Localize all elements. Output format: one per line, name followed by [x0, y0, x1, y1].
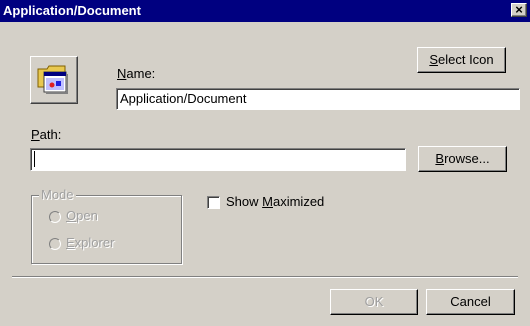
mode-group [31, 195, 182, 264]
browse-button[interactable]: Browse... [418, 146, 507, 172]
path-label: Path: [31, 127, 61, 142]
mode-explorer-label: Explorer [66, 235, 114, 250]
window-title: Application/Document [3, 3, 141, 18]
select-icon-label: elect Icon [438, 52, 494, 67]
cancel-button[interactable]: Cancel [426, 289, 515, 315]
title-bar[interactable]: Application/Document × [0, 0, 530, 22]
show-maximized-checkbox[interactable] [207, 196, 220, 209]
path-input[interactable] [30, 148, 406, 171]
name-label: Name: [117, 66, 155, 81]
mode-explorer-accel: E [66, 235, 75, 250]
ok-button[interactable]: OK [330, 289, 418, 315]
icon-preview [30, 56, 78, 104]
name-input[interactable]: Application/Document [116, 88, 520, 110]
mode-explorer-text: xplorer [74, 235, 115, 250]
footer-separator [12, 276, 518, 278]
name-label-accel: N [117, 66, 127, 81]
mode-open-text: pen [76, 208, 98, 223]
dialog-window: Application/Document × Select Icon Name:… [0, 0, 530, 326]
show-maximized-accel: M [262, 194, 273, 209]
browse-accel: B [435, 151, 445, 166]
mode-open-radio[interactable] [49, 211, 61, 223]
show-maximized-post: aximized [272, 194, 325, 209]
name-label-text: ame: [126, 66, 156, 81]
mode-explorer-radio[interactable] [49, 238, 61, 250]
show-maximized-label[interactable]: Show Maximized [226, 194, 324, 209]
close-button[interactable]: × [511, 3, 527, 17]
mode-open-accel: O [66, 208, 77, 223]
application-document-icon [37, 65, 68, 94]
mode-legend: Mode [39, 187, 76, 202]
path-label-text: ath: [39, 127, 62, 142]
close-icon: × [515, 2, 523, 17]
mode-open-label: Open [66, 208, 98, 223]
path-label-accel: P [31, 127, 40, 142]
select-icon-button[interactable]: Select Icon [417, 47, 506, 73]
browse-label: rowse... [444, 151, 490, 166]
text-caret [34, 151, 35, 167]
show-maximized-pre: Show [226, 194, 263, 209]
select-icon-accel: S [429, 52, 438, 67]
